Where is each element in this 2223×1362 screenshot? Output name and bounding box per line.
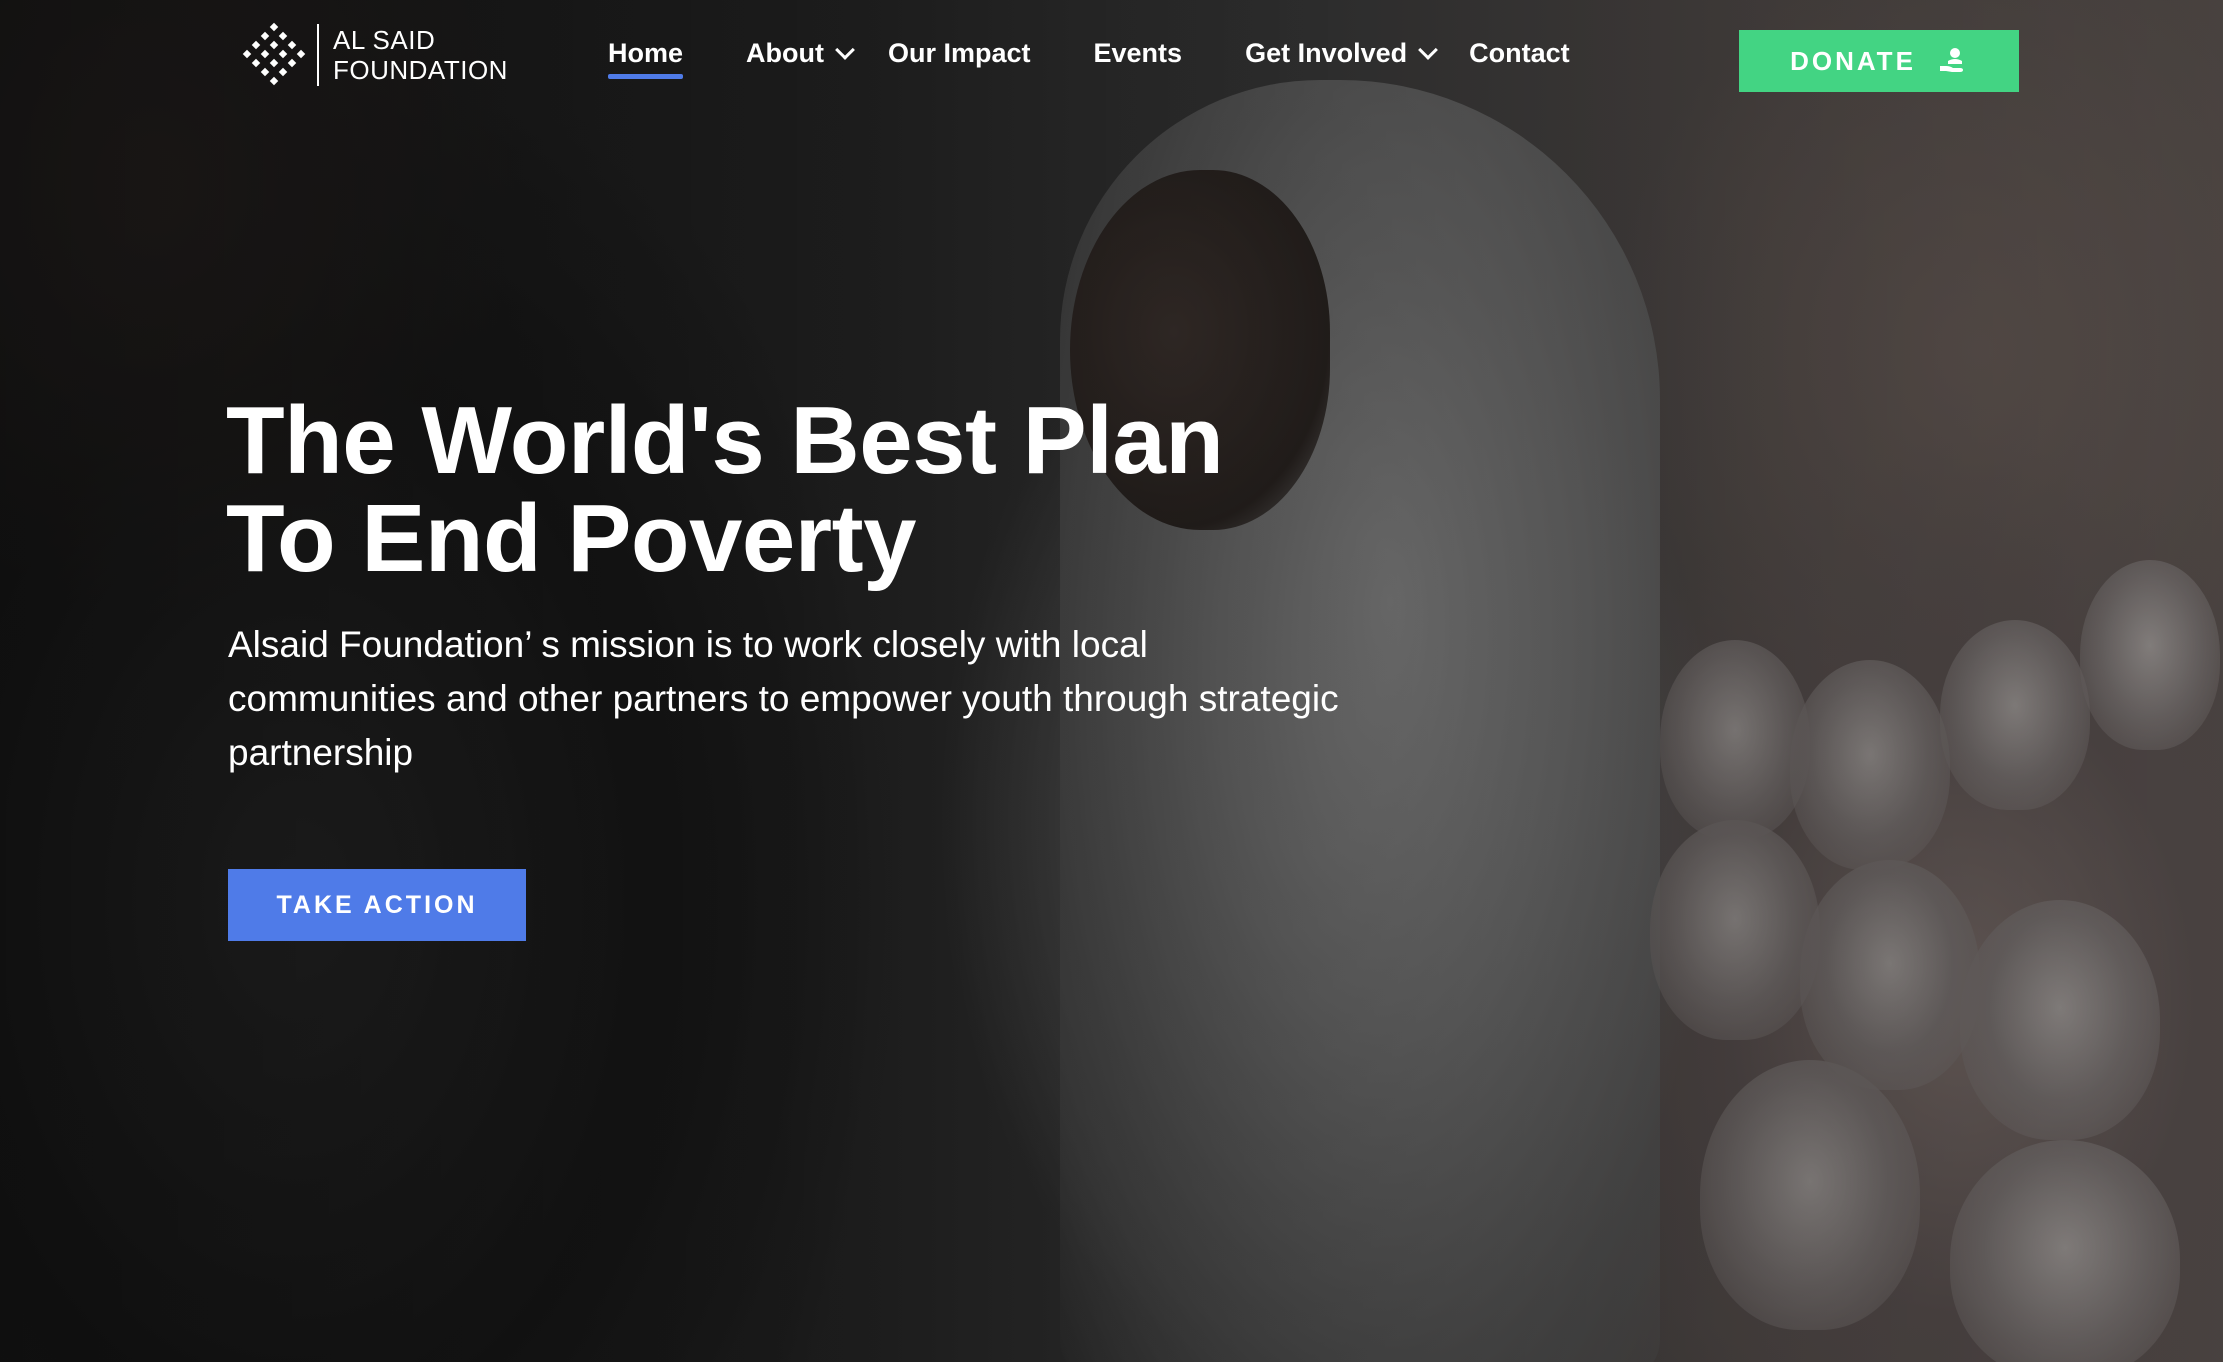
chevron-down-icon <box>835 40 855 60</box>
nav-item-label: Contact <box>1469 38 1570 68</box>
donate-hand-person-icon <box>1939 48 1963 72</box>
chevron-down-icon <box>1418 40 1439 60</box>
main-nav: Home About Our Impact Events Get Involve… <box>608 38 1570 79</box>
nav-item-about[interactable]: About <box>746 38 855 69</box>
hero-headline: The World's Best Plan To End Poverty <box>226 392 1426 588</box>
take-action-label: TAKE ACTION <box>276 890 478 919</box>
nav-item-our-impact[interactable]: Our Impact <box>888 38 1031 69</box>
nav-item-label: Get Involved <box>1245 38 1408 68</box>
logo-line-1: AL SAID <box>333 25 436 55</box>
diamond-dots-logo-icon <box>242 22 306 86</box>
hero-section: AL SAID FOUNDATION Home About Our Impact… <box>0 0 2223 1362</box>
logo-line-2: FOUNDATION <box>333 55 508 85</box>
take-action-button[interactable]: TAKE ACTION <box>228 869 526 941</box>
nav-item-label: Events <box>1093 38 1183 68</box>
nav-item-home[interactable]: Home <box>608 38 684 79</box>
nav-item-label: Our Impact <box>887 38 1031 68</box>
nav-item-label: About <box>746 38 824 68</box>
nav-item-get-involved[interactable]: Get Involved <box>1245 38 1439 69</box>
donate-label: DONATE <box>1790 45 1916 76</box>
donate-button[interactable]: DONATE <box>1739 30 2019 92</box>
nav-item-label: Home <box>608 38 684 68</box>
hero-headline-line-1: The World's Best Plan <box>226 387 1224 494</box>
nav-item-events[interactable]: Events <box>1094 38 1183 69</box>
hero-headline-line-2: To End Poverty <box>226 485 916 592</box>
logo-divider <box>317 24 319 86</box>
site-logo[interactable]: AL SAID FOUNDATION <box>242 22 508 86</box>
nav-item-contact[interactable]: Contact <box>1469 38 1570 69</box>
hero-mission-text: Alsaid Foundation’ s mission is to work … <box>228 624 1339 773</box>
logo-wordmark: AL SAID FOUNDATION <box>333 25 508 85</box>
